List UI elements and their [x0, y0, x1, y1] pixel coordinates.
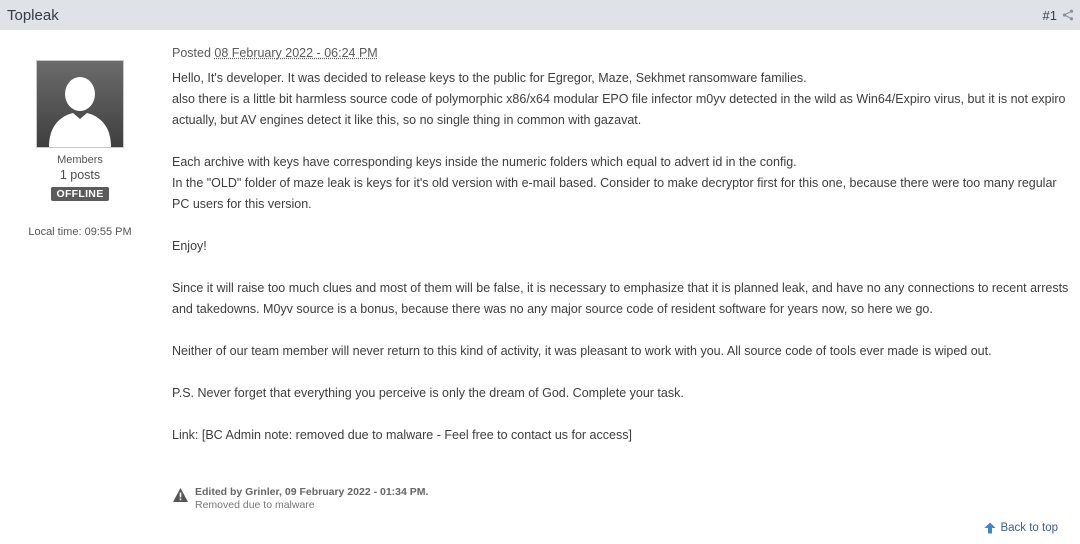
post-paragraph: Neither of our team member will never re… [172, 344, 992, 358]
local-time: Local time: 09:55 PM [28, 226, 132, 238]
post-paragraph: Since it will raise too much clues and m… [172, 281, 1069, 316]
post-paragraph: Hello, It's developer. It was decided to… [172, 71, 807, 85]
post-date[interactable]: 08 February 2022 - 06:24 PM [214, 46, 377, 60]
post-date-line: Posted 08 February 2022 - 06:24 PM [172, 46, 378, 60]
edit-notice-reason: Removed due to malware [195, 499, 315, 511]
warning-icon [173, 488, 188, 502]
arrow-up-icon [984, 522, 996, 534]
post-paragraph: In the "OLD" folder of maze leak is keys… [172, 176, 1057, 211]
post-paragraph: P.S. Never forget that everything you pe… [172, 386, 684, 400]
post-header-right: #1 [1043, 8, 1080, 23]
back-to-top-link[interactable]: Back to top [984, 522, 1058, 534]
edit-notice: Edited by Grinler, 09 February 2022 - 01… [172, 486, 428, 512]
post-body: Hello, It's developer. It was decided to… [172, 68, 1077, 446]
member-group: Members [57, 154, 103, 166]
share-icon[interactable] [1062, 9, 1074, 21]
post-paragraph: Link: [BC Admin note: removed due to mal… [172, 428, 632, 442]
user-silhouette-icon [37, 61, 123, 147]
edit-notice-author: Edited by Grinler, 09 February 2022 - 01… [195, 486, 429, 498]
post-header: Topleak #1 [0, 0, 1080, 30]
avatar[interactable] [36, 60, 124, 148]
post-paragraph: Each archive with keys have correspondin… [172, 155, 797, 169]
back-to-top-label[interactable]: Back to top [1000, 522, 1058, 534]
post-paragraph: also there is a little bit harmless sour… [172, 92, 1066, 127]
post-author-name[interactable]: Topleak [0, 7, 59, 24]
status-badge: OFFLINE [51, 187, 109, 201]
post-paragraph: Enjoy! [172, 239, 207, 253]
post-number[interactable]: #1 [1043, 8, 1057, 23]
posted-label: Posted [172, 46, 211, 60]
post-count: 1 posts [59, 168, 101, 182]
